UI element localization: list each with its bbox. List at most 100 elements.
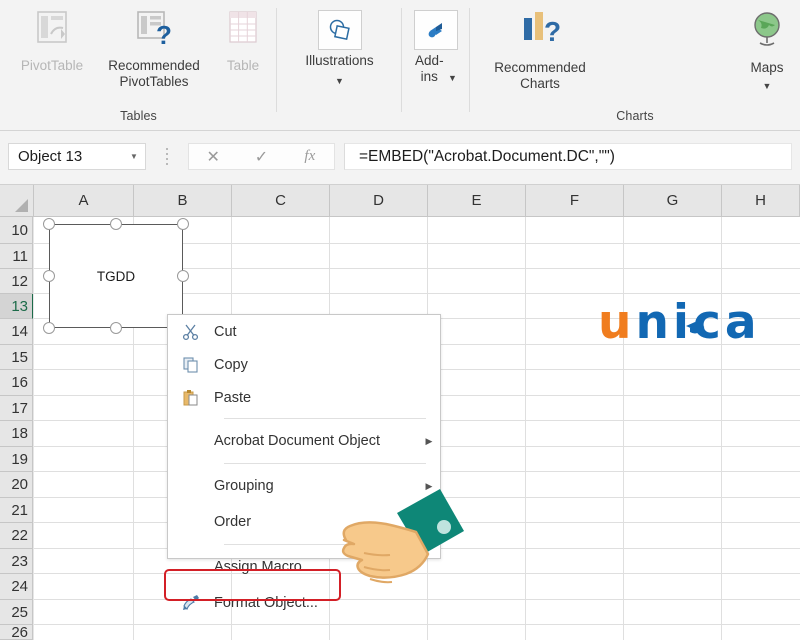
resize-handle-e[interactable] xyxy=(177,270,189,282)
row-header-12[interactable]: 12 xyxy=(0,269,33,294)
row-headers: 10 11 12 13 14 15 16 17 18 19 20 21 22 2… xyxy=(0,217,34,640)
row-header-11[interactable]: 11 xyxy=(0,244,33,269)
row-header-19[interactable]: 19 xyxy=(0,447,33,472)
resize-handle-n[interactable] xyxy=(110,218,122,230)
ribbon-group-addins: Add- ins ▼ xyxy=(402,0,470,131)
recommended-pivot-tables-icon: ? xyxy=(96,8,212,55)
name-box-value: Object 13 xyxy=(18,148,83,165)
column-headers: A B C D E F G H xyxy=(34,185,800,217)
column-header-c[interactable]: C xyxy=(232,185,330,216)
ribbon-group-charts: Charts ? Recommended Charts Maps ▼ xyxy=(470,0,800,131)
row-header-16[interactable]: 16 xyxy=(0,370,33,396)
graduation-cap-icon xyxy=(684,293,706,349)
add-ins-label: Add- ins xyxy=(415,53,444,84)
chevron-down-icon[interactable]: ▼ xyxy=(448,74,457,83)
resize-handle-ne[interactable] xyxy=(177,218,189,230)
pivot-table-icon xyxy=(6,8,98,55)
maps-label: Maps xyxy=(750,60,784,75)
recommended-charts-button[interactable]: ? Recommended Charts xyxy=(482,8,598,92)
row-header-15[interactable]: 15 xyxy=(0,345,33,370)
table-button[interactable]: Table xyxy=(214,8,272,74)
copy-icon xyxy=(168,356,214,374)
row-header-26[interactable]: 26 xyxy=(0,624,33,640)
add-ins-button[interactable]: Add- ins ▼ xyxy=(406,4,466,86)
menu-item-copy[interactable]: Copy xyxy=(168,348,440,381)
row-header-24[interactable]: 24 xyxy=(0,574,33,600)
table-icon xyxy=(214,8,272,55)
chevron-down-icon[interactable]: ▼ xyxy=(763,82,772,91)
menu-separator xyxy=(224,418,426,419)
recommended-pivot-tables-label: Recommended PivotTables xyxy=(108,58,200,89)
illustrations-button[interactable]: Illustrations ▼ xyxy=(283,4,396,89)
column-header-g[interactable]: G xyxy=(624,185,722,216)
add-ins-icon xyxy=(414,10,458,50)
ribbon: Tables PivotTable ? Recommended PivotTab… xyxy=(0,0,800,131)
logo-letter-u: u xyxy=(598,295,636,350)
row-header-17[interactable]: 17 xyxy=(0,396,33,421)
cancel-formula-button[interactable]: ✕ xyxy=(189,147,237,167)
ribbon-group-tables: Tables PivotTable ? Recommended PivotTab… xyxy=(0,0,277,131)
submenu-arrow-icon: ▶ xyxy=(425,435,433,446)
scissors-icon xyxy=(168,323,214,341)
table-label: Table xyxy=(226,58,260,73)
row-header-13[interactable]: 13 xyxy=(0,294,33,319)
row-header-14[interactable]: 14 xyxy=(0,319,33,345)
menu-item-paste-label: Paste xyxy=(214,389,252,406)
menu-separator xyxy=(224,463,426,464)
column-header-b[interactable]: B xyxy=(134,185,232,216)
group-label-charts: Charts xyxy=(616,109,654,123)
unica-watermark: unica xyxy=(598,295,788,351)
svg-text:?: ? xyxy=(544,16,561,47)
select-all-triangle-icon xyxy=(15,199,28,212)
group-label-tables: Tables xyxy=(120,109,157,123)
formula-bar-grip[interactable] xyxy=(164,148,169,165)
select-all-button[interactable] xyxy=(0,185,34,217)
column-header-f[interactable]: F xyxy=(526,185,624,216)
maps-icon xyxy=(738,8,796,57)
ribbon-group-illustrations: Illustrations ▼ xyxy=(277,0,402,131)
menu-item-cut-label: Cut xyxy=(214,323,237,340)
row-header-22[interactable]: 22 xyxy=(0,523,33,549)
column-header-d[interactable]: D xyxy=(330,185,428,216)
pointing-hand-cursor xyxy=(334,483,466,601)
illustrations-icon xyxy=(317,10,362,50)
recommended-charts-icon: ? xyxy=(482,8,598,57)
row-header-18[interactable]: 18 xyxy=(0,421,33,447)
row-header-20[interactable]: 20 xyxy=(0,472,33,498)
chevron-down-icon[interactable]: ▼ xyxy=(335,77,344,86)
name-box[interactable]: Object 13 ▼ xyxy=(8,143,146,170)
column-header-h[interactable]: H xyxy=(722,185,800,216)
column-header-a[interactable]: A xyxy=(34,185,134,216)
maps-button[interactable]: Maps ▼ xyxy=(738,8,796,94)
resize-handle-w[interactable] xyxy=(43,270,55,282)
pivot-table-button[interactable]: PivotTable xyxy=(6,8,98,74)
formula-input[interactable]: =EMBED("Acrobat.Document.DC","") xyxy=(344,143,792,170)
embedded-object-label: TGDD xyxy=(96,268,136,284)
embedded-object[interactable]: TGDD xyxy=(49,224,183,328)
recommended-charts-label: Recommended Charts xyxy=(494,60,586,91)
row-header-10[interactable]: 10 xyxy=(0,217,33,244)
insert-function-button[interactable]: fx xyxy=(286,148,334,165)
pivot-table-label: PivotTable xyxy=(20,58,84,73)
menu-item-acrobat-document-object[interactable]: Acrobat Document Object ▶ xyxy=(168,423,440,459)
svg-text:?: ? xyxy=(156,20,172,50)
menu-item-acrobat-document-object-label: Acrobat Document Object xyxy=(214,433,381,449)
resize-handle-sw[interactable] xyxy=(43,322,55,334)
row-header-23[interactable]: 23 xyxy=(0,549,33,574)
illustrations-label: Illustrations xyxy=(305,53,374,68)
menu-item-cut[interactable]: Cut xyxy=(168,315,440,348)
row-header-21[interactable]: 21 xyxy=(0,498,33,523)
column-header-e[interactable]: E xyxy=(428,185,526,216)
recommended-pivot-tables-button[interactable]: ? Recommended PivotTables xyxy=(96,8,212,90)
resize-handle-s[interactable] xyxy=(110,322,122,334)
chevron-down-icon[interactable]: ▼ xyxy=(123,152,145,161)
menu-item-copy-label: Copy xyxy=(214,356,248,373)
enter-formula-button[interactable]: ✓ xyxy=(237,147,285,167)
format-object-icon xyxy=(168,594,214,612)
formula-bar-buttons: ✕ ✓ fx xyxy=(188,143,335,170)
menu-item-paste[interactable]: Paste xyxy=(168,381,440,414)
resize-handle-nw[interactable] xyxy=(43,218,55,230)
excel-window: Tables PivotTable ? Recommended PivotTab… xyxy=(0,0,800,640)
clipboard-icon xyxy=(168,389,214,407)
row-header-25[interactable]: 25 xyxy=(0,600,33,625)
